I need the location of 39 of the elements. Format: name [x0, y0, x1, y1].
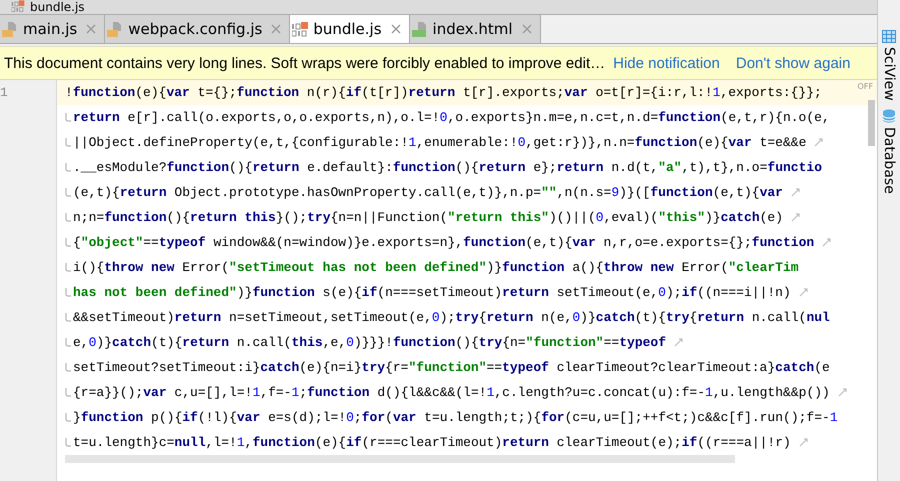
tool-window-button[interactable]: SciView [881, 30, 897, 101]
file-icon [292, 21, 308, 37]
code-line: ||Object.defineProperty(e,t,{configurable:!1,enumerable:!0,get:r})},n.n=function(e){var t=e&&e [73, 134, 806, 152]
tool-window-button[interactable]: Database [881, 108, 897, 194]
database-icon [882, 108, 896, 123]
code-line: i(){throw new Error("setTimeout has not been defined")}function a(){throw new Error("clearTim [73, 259, 799, 277]
code-line: &&setTimeout)return n=setTimeout,setTimeout(e,0);try{return n(e,0)}catch(t){try{return n.call(nul [73, 309, 830, 327]
code-line: has not been defined")}function s(e){if(n===setTimeout)return setTimeout(e,0);if((n===i||!n) [73, 284, 791, 302]
table-icon [882, 30, 896, 43]
code-line: (e,t){return Object.prototype.hasOwnProperty.call(e,t)},n.p="",n(n.s=9)}([function(e,t){var [73, 184, 783, 202]
file-icon [2, 21, 18, 37]
file-icon [107, 21, 124, 37]
code-line: !function(e){var t={};function n(r){if(t[r])return t[r].exports;var o=t[r]={i:r,l:!1,exports:{}}; [65, 84, 822, 102]
close-icon[interactable] [390, 24, 401, 34]
inspection-label: OFF [858, 82, 873, 91]
notification-link[interactable]: Hide notification [613, 54, 720, 72]
file-tab[interactable]: main.js [0, 15, 106, 43]
scrollbar-thumb[interactable] [868, 100, 875, 146]
code-line: t=u.length}c=null,l=!1,function(e){if(r===clearTimeout)return clearTimeout(e);if((r===a||!r) [73, 434, 791, 452]
code-line: .__esModule?function(){return e.default}:function(){return e};return n.d(t,"a",t),t},n.o=functio [73, 159, 822, 177]
code-line: return e[r].call(o.exports,o,o.exports,n),o.l=!0,o.exports}n.m=e,n.c=t,n.d=function(e,t,r){n.o(e, [73, 109, 830, 127]
close-icon[interactable] [86, 24, 96, 34]
line-number: 1 [0, 84, 9, 102]
file-icon [412, 21, 428, 37]
file-tab[interactable]: index.html [410, 15, 541, 43]
file-tab[interactable]: bundle.js [290, 15, 410, 43]
close-icon[interactable] [271, 24, 282, 34]
code-line: {"object"==typeof window&&(n=window)}e.exports=n},function(e,t){var n,r,o=e.exports={};function [73, 234, 814, 252]
code-line: n;n=function(){return this}();try{n=n||Function("return this")()||(0,eval)("this")}catch(e) [73, 209, 784, 227]
close-icon[interactable] [522, 24, 532, 34]
code-line: setTimeout?setTimeout:i}catch(e){n=i}try{r="function"==typeof clearTimeout?clearTimeout:a}catch(e [73, 359, 830, 377]
file-tab[interactable]: webpack.config.js [105, 15, 290, 43]
notification-link[interactable]: Don't show again [736, 54, 850, 72]
notification-message: This document contains very long lines. Soft wraps were forcibly enabled to improve edit… [4, 54, 606, 72]
file-icon [12, 0, 24, 12]
breadcrumb-label[interactable]: bundle.js [30, 0, 85, 14]
code-line: }function p(){if(!l){var e=s(d);l=!0;for(var t=u.length;t;){for(c=u,u=[];++f<t;)c&&c[f].run();f=-1 [73, 409, 838, 427]
code-line: e,0)}catch(t){return n.call(this,e,0)}}}!function(){try{n="function"==typeof [73, 334, 666, 352]
code-line: {r=a}}();var c,u=[],l=!1,f=-1;function d(){l&&c&&(l=!1,c.length?u=c.concat(u):f=-1,u.length&&p()) [73, 384, 830, 402]
